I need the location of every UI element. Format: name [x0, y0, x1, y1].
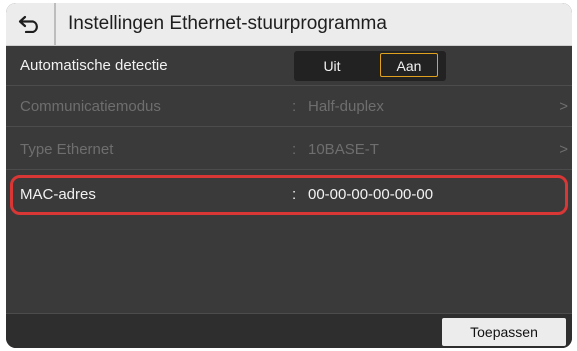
communication-mode-label: Communicatiemodus	[20, 98, 161, 115]
back-button[interactable]	[6, 3, 56, 45]
mac-address-highlight-ring	[10, 175, 568, 215]
chevron-right-icon: >	[559, 141, 568, 158]
communication-mode-colon: :	[292, 98, 297, 115]
back-arrow-icon	[18, 15, 38, 33]
communication-mode-value: Half-duplex	[308, 98, 384, 115]
ethernet-type-colon: :	[292, 141, 297, 158]
ethernet-type-value: 10BASE-T	[308, 141, 379, 158]
row-ethernet-type: Type Ethernet : 10BASE-T >	[6, 130, 572, 170]
page-title: Instellingen Ethernet-stuurprogramma	[68, 13, 387, 34]
row-automatic-detection: Automatische detectie Uit Aan	[6, 46, 572, 86]
touch-panel-screen: Instellingen Ethernet-stuurprogramma Aut…	[6, 3, 572, 348]
toggle-option-on[interactable]: Aan	[380, 53, 438, 77]
toggle-option-off[interactable]: Uit	[300, 53, 364, 79]
ethernet-type-label: Type Ethernet	[20, 141, 114, 158]
automatic-detection-label: Automatische detectie	[20, 57, 168, 74]
apply-button[interactable]: Toepassen	[442, 318, 566, 346]
header-bar: Instellingen Ethernet-stuurprogramma	[6, 3, 572, 46]
automatic-detection-toggle[interactable]: Uit Aan	[294, 51, 446, 81]
chevron-right-icon: >	[559, 98, 568, 115]
row-communication-mode: Communicatiemodus : Half-duplex >	[6, 87, 572, 127]
footer-bar: Toepassen	[6, 313, 572, 348]
